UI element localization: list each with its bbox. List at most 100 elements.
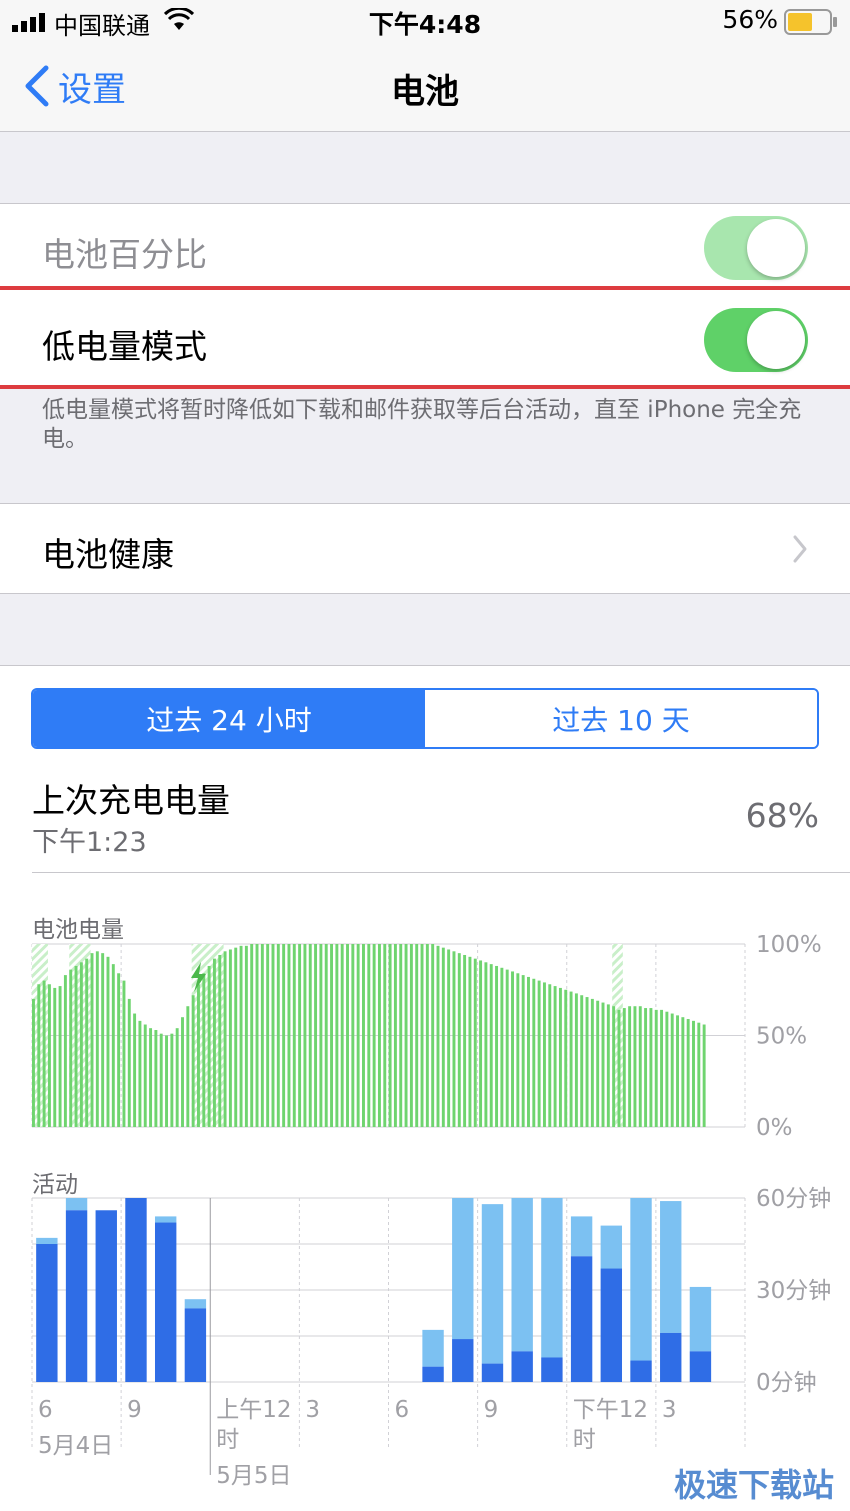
battery-level-bar <box>676 1015 679 1127</box>
battery-percentage-toggle[interactable] <box>704 216 808 280</box>
battery-level-bar <box>521 975 525 1127</box>
battery-level-bar <box>367 944 371 1127</box>
battery-level-bar <box>436 945 440 1127</box>
x-tick-suffix: 时 <box>573 1427 596 1453</box>
x-tick-label: 6 <box>395 1397 410 1423</box>
x-tick-label: 下午12 <box>573 1397 648 1423</box>
battery-level-bar <box>314 944 318 1127</box>
activity-bar-light <box>154 1216 177 1223</box>
battery-level-bar <box>149 1028 153 1127</box>
highlight-line-top <box>0 286 850 290</box>
last-charge-label: 上次充电电量 <box>32 781 230 820</box>
battery-level-bar <box>260 944 264 1127</box>
toggle-knob <box>747 219 805 277</box>
battery-level-bar <box>505 969 509 1127</box>
battery-level-bar <box>377 944 381 1127</box>
battery-level-bar <box>686 1019 690 1127</box>
y-tick-label: 0分钟 <box>756 1370 817 1396</box>
battery-level-bar <box>234 947 238 1127</box>
battery-level-bar <box>702 1024 706 1127</box>
activity-bar-dark <box>184 1308 207 1382</box>
battery-level-bar <box>473 958 477 1127</box>
battery-level-bar <box>79 962 83 1127</box>
battery-level-bar <box>133 1013 137 1127</box>
battery-level-bar <box>303 944 307 1127</box>
battery-level-bar <box>495 965 499 1127</box>
low-power-mode-label: 低电量模式 <box>42 327 207 366</box>
battery-level-bar <box>644 1008 648 1127</box>
battery-icon <box>784 9 837 35</box>
battery-level-bar <box>218 954 222 1127</box>
battery-level-bar <box>53 987 57 1127</box>
battery-level-bar <box>404 944 408 1127</box>
battery-level-bar <box>415 944 419 1127</box>
battery-level-bar <box>500 967 504 1127</box>
battery-level-bar <box>69 969 73 1127</box>
battery-level-bar <box>670 1013 674 1127</box>
battery-level-bar <box>159 1033 163 1127</box>
low-power-footnote: 低电量模式将暂时降低如下载和邮件获取等后台活动，直至 iPhone 完全充电。 <box>42 397 802 452</box>
battery-level-bar <box>399 944 403 1127</box>
battery-level-bar <box>660 1009 664 1127</box>
last-charge-time: 下午1:23 <box>32 827 147 858</box>
battery-level-bar <box>585 997 589 1127</box>
battery-level-bar <box>489 964 493 1127</box>
activity-bar-light <box>481 1204 504 1364</box>
chevron-right-icon <box>793 535 807 563</box>
battery-level-bar <box>138 1020 142 1127</box>
battery-level-bar <box>319 944 323 1127</box>
battery-level-bar <box>47 984 51 1127</box>
battery-level-bar <box>111 964 115 1127</box>
battery-level-bar <box>468 956 472 1127</box>
time-range-segmented-control: 过去 24 小时 过去 10 天 <box>31 688 819 749</box>
battery-level-bar <box>122 980 126 1127</box>
battery-level-bar <box>681 1017 685 1127</box>
y-tick-label: 50% <box>756 1024 807 1050</box>
activity-bar-dark <box>481 1363 504 1382</box>
battery-level-bar <box>420 944 424 1127</box>
battery-level-bar <box>255 944 259 1127</box>
battery-level-bar <box>351 944 355 1127</box>
battery-level-bar <box>175 1028 179 1127</box>
y-tick-label: 30分钟 <box>756 1278 831 1304</box>
battery-level-bar <box>425 944 429 1127</box>
activity-bar-dark <box>541 1357 563 1382</box>
battery-level-bar <box>601 1002 605 1127</box>
battery-level-bar <box>537 980 541 1127</box>
battery-level-bar <box>596 1000 600 1127</box>
battery-level-chart: 100% 50% 0% <box>31 932 822 1141</box>
activity-bar-dark <box>570 1256 593 1382</box>
activity-bar-light <box>630 1198 652 1361</box>
battery-level-bar <box>441 947 445 1127</box>
tab-past-24-hours[interactable]: 过去 24 小时 <box>33 690 425 747</box>
activity-bar-light <box>511 1198 533 1352</box>
battery-level-bar <box>37 984 41 1127</box>
battery-level-bar <box>393 944 397 1127</box>
battery-level-bar <box>308 944 312 1127</box>
y-tick-label: 100% <box>756 932 822 958</box>
battery-level-bar <box>356 944 360 1127</box>
battery-level-bar <box>511 971 514 1127</box>
battery-level-bar <box>212 958 216 1127</box>
battery-level-bar <box>324 944 328 1127</box>
activity-bar-dark <box>422 1366 444 1382</box>
battery-level-bar <box>106 956 110 1127</box>
status-bar: 中国联通 下午4:48 56% <box>0 0 850 44</box>
battery-level-bar <box>457 953 461 1127</box>
battery-health-row[interactable]: 电池健康 <box>0 504 850 594</box>
activity-bar-dark <box>600 1268 623 1382</box>
navigation-bar: 设置 电池 <box>0 44 850 132</box>
battery-level-bar <box>431 944 435 1127</box>
battery-level-bar <box>165 1035 168 1127</box>
low-power-mode-toggle[interactable] <box>704 308 808 372</box>
activity-bar-dark <box>36 1244 58 1382</box>
battery-level-bar <box>527 976 530 1127</box>
battery-level-bar <box>383 944 387 1127</box>
activity-bar-dark <box>65 1210 88 1382</box>
activity-bar-light <box>452 1198 474 1340</box>
battery-level-bar <box>191 995 195 1127</box>
battery-level-bar <box>697 1022 701 1127</box>
battery-level-bar <box>574 993 578 1127</box>
tab-past-10-days[interactable]: 过去 10 天 <box>425 690 817 747</box>
activity-bar-light <box>541 1198 563 1358</box>
